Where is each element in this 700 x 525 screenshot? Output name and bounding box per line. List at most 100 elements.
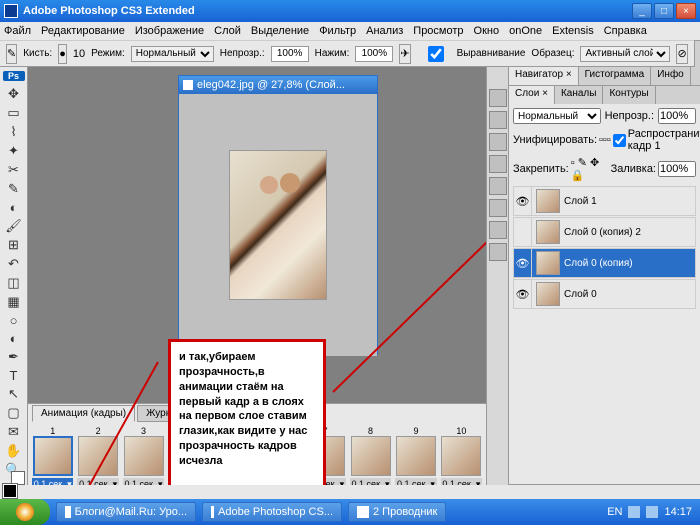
gradient-tool[interactable]: ▦ (3, 293, 25, 311)
palette-icon[interactable] (489, 111, 507, 129)
palette-strip (486, 67, 508, 485)
unify-icon[interactable]: ▫▫▫ (599, 134, 611, 146)
task-item[interactable]: Блоги@Mail.Ru: Уро... (56, 502, 196, 522)
notes-tool[interactable]: ✉ (3, 423, 25, 441)
layer-opacity-label: Непрозр.: (605, 110, 654, 122)
palette-icon[interactable] (489, 155, 507, 173)
menu-file[interactable]: Файл (4, 25, 31, 37)
type-tool[interactable]: T (3, 367, 25, 384)
wand-tool[interactable]: ✦ (3, 142, 25, 160)
mode-select[interactable]: Нормальный (131, 46, 214, 62)
propagate-checkbox[interactable] (613, 134, 626, 147)
blend-mode-select[interactable]: Нормальный (513, 108, 601, 124)
flow-input[interactable] (355, 46, 393, 62)
animation-frame[interactable]: 20,1 сек. ▾ (77, 426, 118, 485)
unify-label: Унифицировать: (513, 134, 597, 146)
lasso-tool[interactable]: ⌇ (3, 123, 25, 141)
menu-window[interactable]: Окно (474, 25, 500, 37)
fill-label: Заливка: (611, 163, 656, 175)
minimize-button[interactable]: _ (632, 3, 652, 19)
menu-analysis[interactable]: Анализ (366, 25, 403, 37)
color-swatch[interactable] (3, 484, 25, 485)
heal-tool[interactable]: ◐ (3, 199, 25, 216)
eyedropper-tool[interactable]: ✎ (3, 180, 25, 198)
visibility-icon[interactable]: 👁 (514, 280, 532, 308)
eraser-tool[interactable]: ◫ (3, 274, 25, 292)
visibility-icon[interactable]: 👁 (514, 249, 532, 277)
animation-frame[interactable]: 10,1 сек. ▾ (32, 426, 73, 485)
tab-paths[interactable]: Контуры (603, 86, 655, 104)
stamp-tool[interactable]: ⊞ (3, 236, 25, 254)
animation-frame[interactable]: 100,1 сек. ▾ (441, 426, 482, 485)
task-item[interactable]: Adobe Photoshop CS... (202, 502, 342, 522)
align-checkbox[interactable] (417, 46, 455, 62)
animation-frame[interactable]: 90,1 сек. ▾ (395, 426, 436, 485)
blur-tool[interactable]: ○ (3, 312, 25, 329)
menu-view[interactable]: Просмотр (413, 25, 463, 37)
move-tool[interactable]: ✥ (3, 85, 25, 103)
palette-icon[interactable] (489, 221, 507, 239)
document-icon (183, 80, 193, 90)
document-content[interactable] (179, 94, 377, 356)
tray-icon[interactable] (628, 506, 640, 518)
tab-info[interactable]: Инфо (651, 67, 691, 85)
palette-icon[interactable] (489, 89, 507, 107)
tab-animation[interactable]: Анимация (кадры) (32, 405, 135, 422)
tab-histogram[interactable]: Гистограмма (579, 67, 652, 85)
brush-tool[interactable]: 🖌 (3, 217, 25, 235)
tab-navigator[interactable]: Навигатор × (509, 67, 579, 85)
hand-tool[interactable]: ✋ (3, 442, 25, 460)
animation-frame[interactable]: 30,1 сек. ▾ (123, 426, 164, 485)
toolbox: Ps ✥ ▭ ⌇ ✦ ✂ ✎ ◐ 🖌 ⊞ ↶ ◫ ▦ ○ ◐ ✒ T ↖ ▢ ✉… (0, 67, 28, 485)
marquee-tool[interactable]: ▭ (3, 104, 25, 122)
palette-icon[interactable] (489, 133, 507, 151)
visibility-icon[interactable]: 👁 (514, 187, 532, 215)
menu-filter[interactable]: Фильтр (319, 25, 356, 37)
sample-select[interactable]: Активный слой (580, 46, 670, 62)
opacity-input[interactable] (271, 46, 309, 62)
tray-icon[interactable] (646, 506, 658, 518)
maximize-button[interactable]: □ (654, 3, 674, 19)
lang-indicator[interactable]: EN (607, 506, 622, 518)
animation-frame[interactable]: 80,1 сек. ▾ (350, 426, 391, 485)
visibility-icon[interactable] (514, 218, 532, 246)
brush-size: 10 (73, 48, 85, 60)
palette-icon[interactable] (489, 177, 507, 195)
menu-help[interactable]: Справка (604, 25, 647, 37)
menu-edit[interactable]: Редактирование (41, 25, 125, 37)
menu-image[interactable]: Изображение (135, 25, 204, 37)
layer-opacity-input[interactable] (658, 108, 696, 124)
start-button[interactable] (0, 499, 50, 525)
layer-row[interactable]: 👁Слой 0 (513, 279, 696, 309)
document-title: eleg042.jpg @ 27,8% (Слой... (197, 79, 345, 91)
palette-icon[interactable] (489, 199, 507, 217)
fill-input[interactable] (658, 161, 696, 177)
layer-row[interactable]: 👁Слой 1 (513, 186, 696, 216)
airbrush-icon[interactable]: ✈ (399, 44, 410, 64)
clock[interactable]: 14:17 (664, 506, 692, 518)
history-brush-tool[interactable]: ↶ (3, 255, 25, 273)
menu-select[interactable]: Выделение (251, 25, 309, 37)
workspace-button[interactable]: Рабочая среда ▾ (694, 40, 700, 68)
menu-onone[interactable]: onOne (509, 25, 542, 37)
menu-extensis[interactable]: Extensis (552, 25, 594, 37)
task-item[interactable]: 2 Проводник (348, 502, 446, 522)
menu-layer[interactable]: Слой (214, 25, 241, 37)
layer-row[interactable]: Слой 0 (копия) 2 (513, 217, 696, 247)
tool-preset[interactable]: ✎ (6, 44, 17, 64)
palette-icon[interactable] (489, 243, 507, 261)
pen-tool[interactable]: ✒ (3, 348, 25, 366)
path-tool[interactable]: ↖ (3, 385, 25, 403)
ps-logo: Ps (3, 71, 25, 81)
tab-layers[interactable]: Слои × (509, 86, 555, 104)
lock-icons[interactable]: ▫ ✎ ✥ 🔒 (571, 156, 609, 182)
tab-channels[interactable]: Каналы (555, 86, 604, 104)
dodge-tool[interactable]: ◐ (3, 330, 25, 347)
layer-row[interactable]: 👁Слой 0 (копия) (513, 248, 696, 278)
document-window[interactable]: eleg042.jpg @ 27,8% (Слой... (178, 75, 378, 355)
crop-tool[interactable]: ✂ (3, 161, 25, 179)
sample-ignore-icon[interactable]: ⊘ (676, 44, 687, 64)
close-button[interactable]: × (676, 3, 696, 19)
shape-tool[interactable]: ▢ (3, 404, 25, 422)
brush-picker[interactable]: ● (58, 44, 67, 64)
